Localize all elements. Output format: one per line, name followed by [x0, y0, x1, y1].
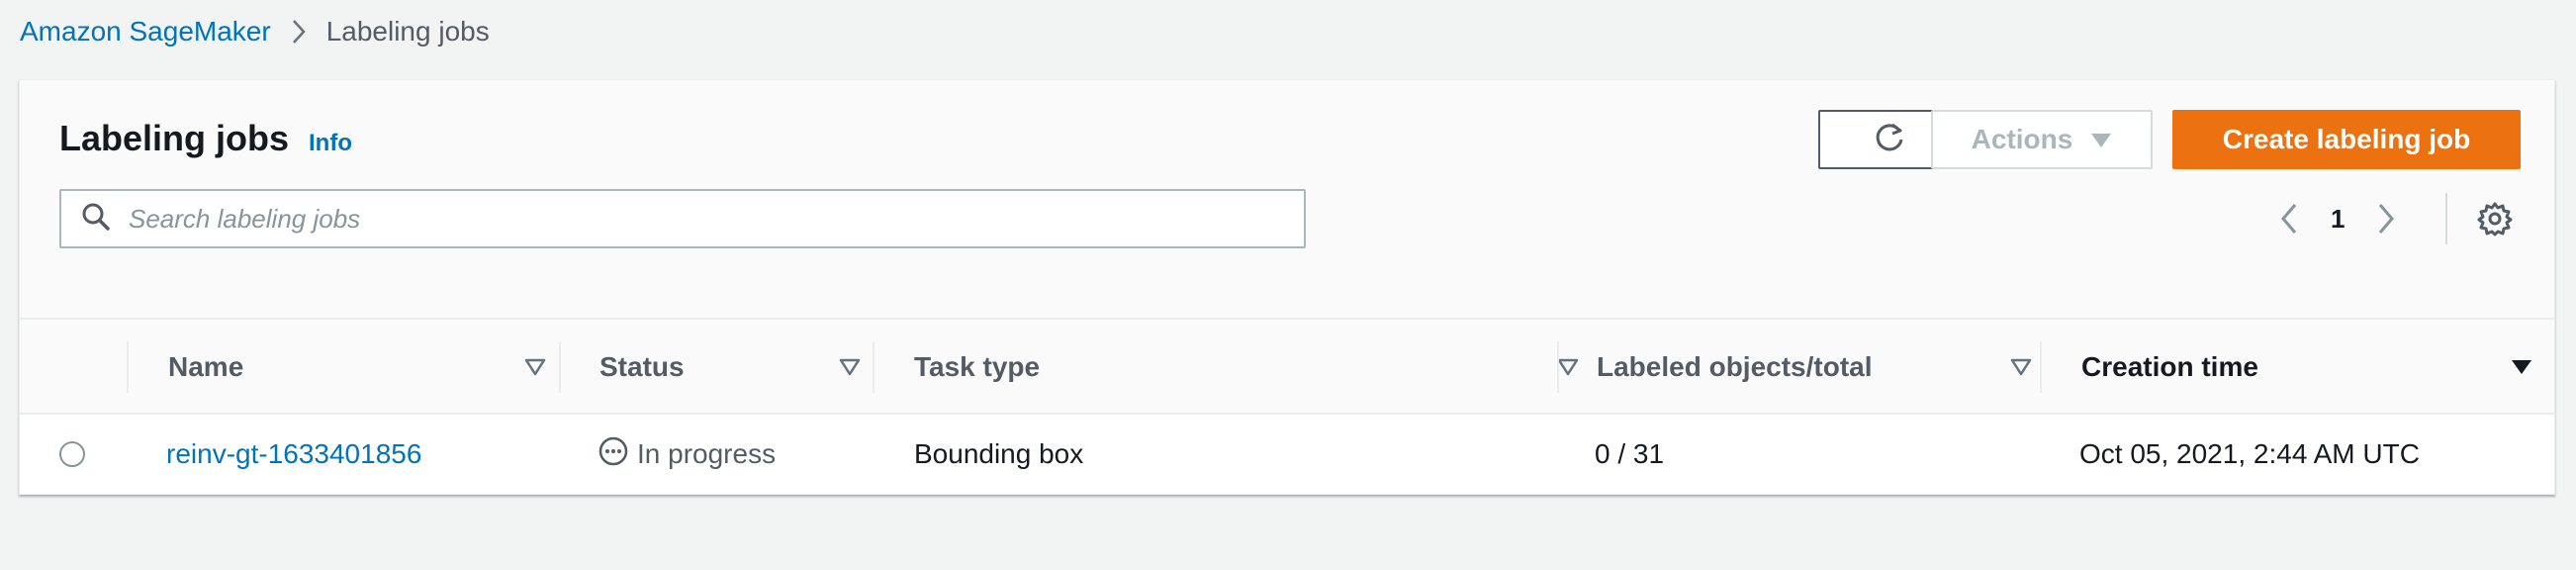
page-title: Labeling jobs	[59, 118, 290, 158]
job-name-cell: reinv-gt-1633401856	[166, 415, 421, 494]
search-icon	[81, 202, 111, 237]
creation-time-cell: Oct 05, 2021, 2:44 AM UTC	[2079, 438, 2420, 469]
column-header-label: Name	[168, 351, 244, 382]
table-body: reinv-gt-1633401856 In progress Bounding…	[20, 415, 2554, 494]
info-link[interactable]: Info	[309, 130, 352, 157]
chevron-right-icon[interactable]	[2376, 202, 2396, 236]
column-header-labeled-objects[interactable]: Labeled objects/total	[1597, 320, 2032, 415]
task-type-cell: Bounding box	[914, 438, 1084, 469]
column-header-creation-time[interactable]: Creation time	[2081, 320, 2532, 415]
column-header-label: Labeled objects/total	[1597, 351, 1873, 382]
sort-icon[interactable]	[1557, 358, 1579, 376]
column-header-task-type[interactable]: Task type	[914, 320, 1579, 415]
create-labeling-job-button[interactable]: Create labeling job	[2172, 110, 2521, 169]
sort-descending-icon[interactable]	[2511, 358, 2532, 376]
table-header: Name Status Task type Labeled objects/to…	[20, 318, 2554, 415]
column-header-name[interactable]: Name	[168, 320, 546, 415]
status-badge: In progress	[598, 435, 776, 474]
in-progress-icon	[598, 435, 629, 474]
panel-header: Labeling jobs Info Actions Create labeli…	[20, 80, 2554, 318]
labeling-jobs-table: Name Status Task type Labeled objects/to…	[20, 318, 2554, 494]
breadcrumb-current: Labeling jobs	[325, 16, 490, 47]
caret-down-icon	[2090, 124, 2112, 155]
pagination: 1	[2279, 189, 2396, 248]
status-text: In progress	[637, 438, 777, 469]
title-row: Labeling jobs Info	[59, 118, 352, 159]
breadcrumb: Amazon SageMaker Labeling jobs	[20, 12, 490, 51]
column-divider	[1557, 341, 1559, 393]
column-divider	[2040, 341, 2042, 393]
column-header-label: Creation time	[2081, 351, 2258, 382]
search-input[interactable]	[129, 203, 1266, 235]
column-divider	[873, 341, 874, 393]
column-divider	[127, 341, 129, 393]
sort-icon[interactable]	[524, 358, 546, 376]
row-select-cell	[59, 415, 85, 494]
sort-icon[interactable]	[839, 358, 861, 376]
sort-icon[interactable]	[2010, 358, 2032, 376]
actions-label: Actions	[1971, 124, 2073, 154]
chevron-left-icon[interactable]	[2279, 202, 2299, 236]
breadcrumb-sagemaker-link[interactable]: Amazon SageMaker	[20, 16, 271, 48]
labeling-jobs-panel: Labeling jobs Info Actions Create labeli…	[19, 79, 2555, 495]
search-box[interactable]	[59, 189, 1306, 248]
job-name-link[interactable]: reinv-gt-1633401856	[166, 438, 421, 470]
column-header-label: Status	[599, 351, 685, 382]
refresh-icon	[1873, 121, 1906, 159]
column-divider	[559, 341, 561, 393]
column-header-status[interactable]: Status	[599, 320, 861, 415]
pager-divider	[2445, 193, 2447, 244]
status-cell: In progress	[598, 415, 776, 494]
page-number[interactable]: 1	[2331, 204, 2345, 235]
labeled-objects-cell: 0 / 31	[1595, 438, 1665, 469]
actions-button[interactable]: Actions	[1931, 110, 2153, 169]
column-header-label: Task type	[914, 351, 1041, 382]
chevron-right-icon	[291, 18, 307, 46]
gear-icon[interactable]	[2475, 199, 2515, 238]
row-select-radio[interactable]	[59, 441, 85, 467]
